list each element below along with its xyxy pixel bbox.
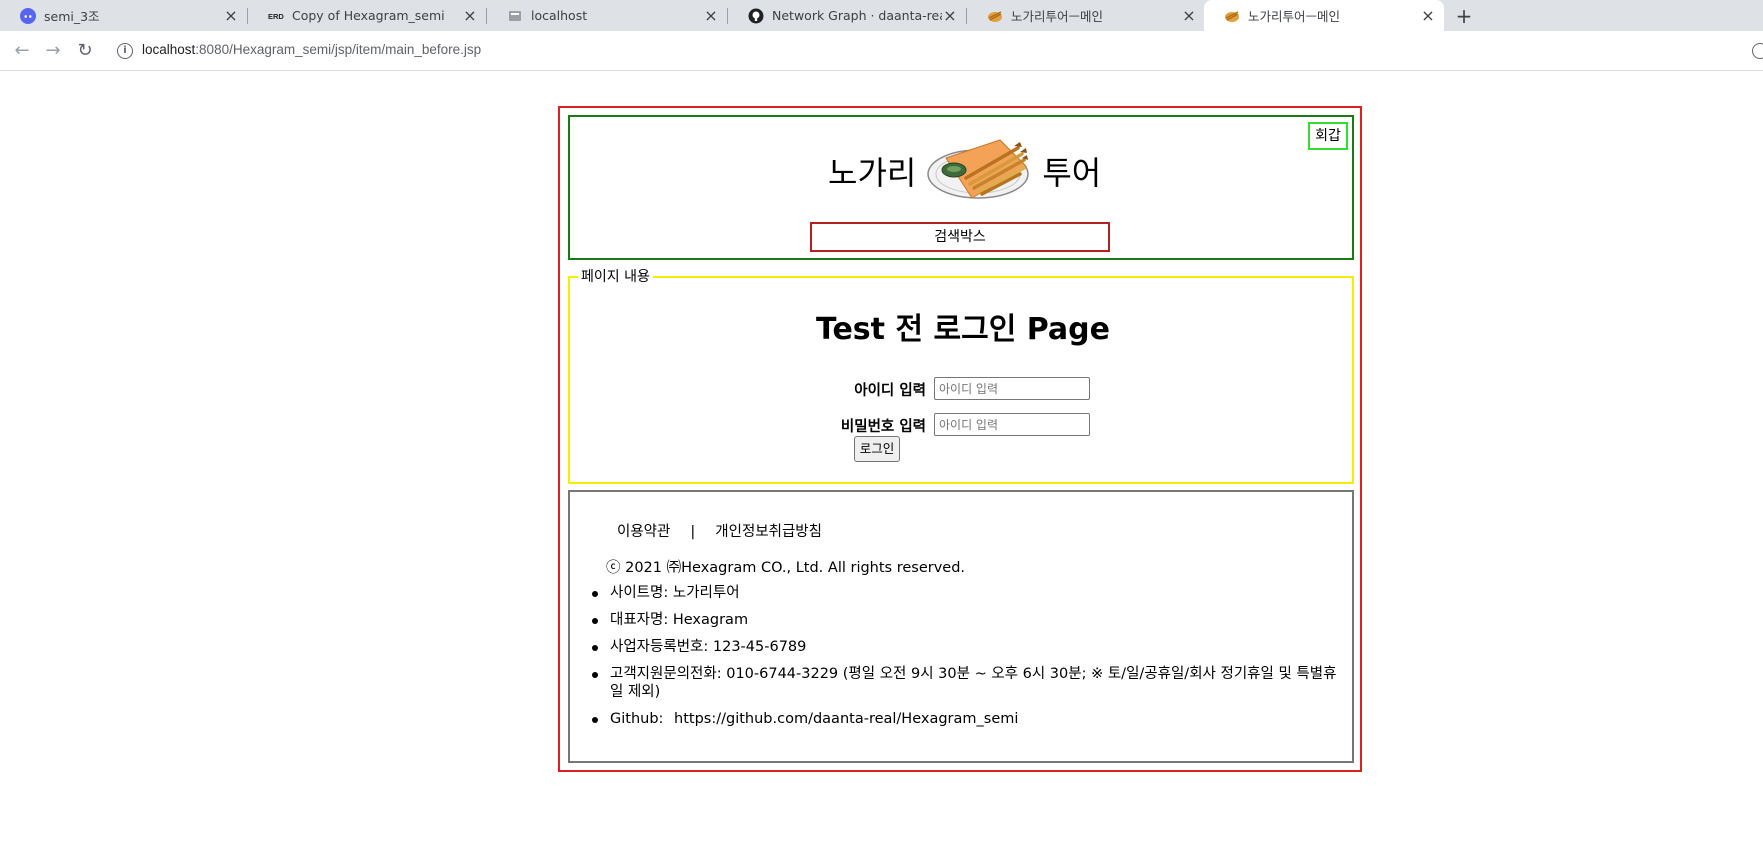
tab-nogari-main[interactable]: 노가리투어ㅡ메인 ×: [967, 0, 1205, 31]
id-input[interactable]: [934, 377, 1090, 400]
site-info-icon[interactable]: i: [117, 43, 133, 59]
forward-arrow-icon[interactable]: →: [41, 39, 65, 63]
extension-icon[interactable]: [1752, 43, 1763, 59]
company-info-list: 사이트명: 노가리투어 대표자명: Hexagram 사업자등록번호: 123-…: [592, 584, 1340, 737]
tab-title: Copy of Hexagram_semi: [292, 8, 445, 23]
list-item: 사업자등록번호: 123-45-6789: [592, 638, 1340, 656]
tab-title: 노가리투어ㅡ메인: [1011, 9, 1104, 24]
logo-text-right: 투어: [1042, 154, 1102, 192]
password-input[interactable]: [934, 413, 1090, 436]
site-footer: 이용약관 | 개인정보취급방침 ⓒ 2021 ㈜Hexagram CO., Ltd.…: [568, 490, 1354, 763]
close-icon[interactable]: ×: [1420, 7, 1436, 24]
id-label: 아이디 입력: [854, 383, 926, 399]
footer-links: 이용약관 | 개인정보취급방침: [617, 520, 822, 541]
terms-link[interactable]: 이용약관: [617, 520, 670, 541]
page-icon: [507, 8, 523, 24]
id-row: 아이디 입력: [570, 375, 1356, 401]
close-icon[interactable]: ×: [1181, 7, 1197, 24]
search-box[interactable]: 검색박스: [810, 222, 1110, 252]
discord-icon: [20, 7, 36, 24]
header-badge[interactable]: 회갑: [1308, 122, 1348, 150]
tab-semi-3jo[interactable]: semi_3조 ×: [0, 0, 247, 31]
password-row: 비밀번호 입력: [570, 411, 1356, 437]
tab-title: localhost: [531, 8, 588, 23]
address-bar[interactable]: localhost:8080/Hexagram_semi/jsp/item/ma…: [142, 42, 481, 57]
browser-toolbar: ← → ↻ i localhost:8080/Hexagram_semi/jsp…: [0, 31, 1763, 71]
site-logo[interactable]: 노가리 투어: [828, 135, 1101, 207]
page-content: 페이지 내용 Test 전 로그인 Page 아이디 입력 비밀번호 입력 로그…: [568, 268, 1356, 484]
page-wrapper: 회갑 노가리 투어 검색박스 페이지 내용 Test 전 로그인 Page 아이…: [558, 106, 1362, 772]
tab-nogari-main-active[interactable]: 노가리투어ㅡ메인 ×: [1204, 0, 1444, 31]
back-arrow-icon[interactable]: ←: [10, 39, 34, 63]
tab-title: Network Graph · daanta-real/He: [772, 8, 942, 23]
tab-title: semi_3조: [44, 9, 100, 24]
list-item: 고객지원문의전화: 010-6744-3229 (평일 오전 9시 30분 ~ …: [592, 665, 1340, 701]
password-label: 비밀번호 입력: [840, 419, 926, 435]
login-title: Test 전 로그인 Page: [815, 312, 1110, 347]
erd-icon: ERD: [268, 8, 284, 24]
tab-localhost[interactable]: localhost ×: [487, 0, 727, 31]
tab-network-graph[interactable]: Network Graph · daanta-real/He ×: [728, 0, 966, 31]
url-path: :8080/Hexagram_semi/jsp/item/main_before…: [195, 42, 482, 57]
list-item-github: Github: https://github.com/daanta-real/H…: [592, 710, 1340, 728]
close-icon[interactable]: ×: [703, 7, 719, 24]
content-legend: 페이지 내용: [578, 268, 653, 286]
nogari-icon: [1224, 8, 1240, 24]
logo-text-left: 노가리: [828, 154, 917, 192]
github-link[interactable]: https://github.com/daanta-real/Hexagram_…: [674, 711, 1018, 727]
reload-icon[interactable]: ↻: [73, 39, 97, 63]
privacy-link[interactable]: 개인정보취급방침: [715, 520, 822, 541]
close-icon[interactable]: ×: [462, 7, 478, 24]
footer-separator: |: [690, 524, 696, 540]
url-host: localhost: [142, 42, 196, 57]
svg-text:ERD: ERD: [268, 12, 284, 21]
new-tab-button[interactable]: +: [1452, 4, 1476, 28]
list-item: 대표자명: Hexagram: [592, 611, 1340, 629]
github-icon: [748, 8, 764, 24]
close-icon[interactable]: ×: [942, 7, 958, 24]
list-item: 사이트명: 노가리투어: [592, 584, 1340, 602]
copyright: ⓒ 2021 ㈜Hexagram CO., Ltd. All rights re…: [606, 560, 966, 576]
login-button[interactable]: 로그인: [854, 436, 900, 462]
tab-copy-of-hexagram[interactable]: ERD Copy of Hexagram_semi ×: [248, 0, 486, 31]
site-header: 회갑 노가리 투어 검색박스: [568, 115, 1354, 260]
nogari-icon: [987, 8, 1003, 24]
close-icon[interactable]: ×: [223, 7, 239, 24]
github-label: Github:: [610, 711, 664, 727]
tab-title: 노가리투어ㅡ메인: [1248, 9, 1341, 24]
browser-tab-bar: semi_3조 × ERD Copy of Hexagram_semi × lo…: [0, 0, 1763, 31]
dried-fish-icon: [926, 136, 1032, 206]
